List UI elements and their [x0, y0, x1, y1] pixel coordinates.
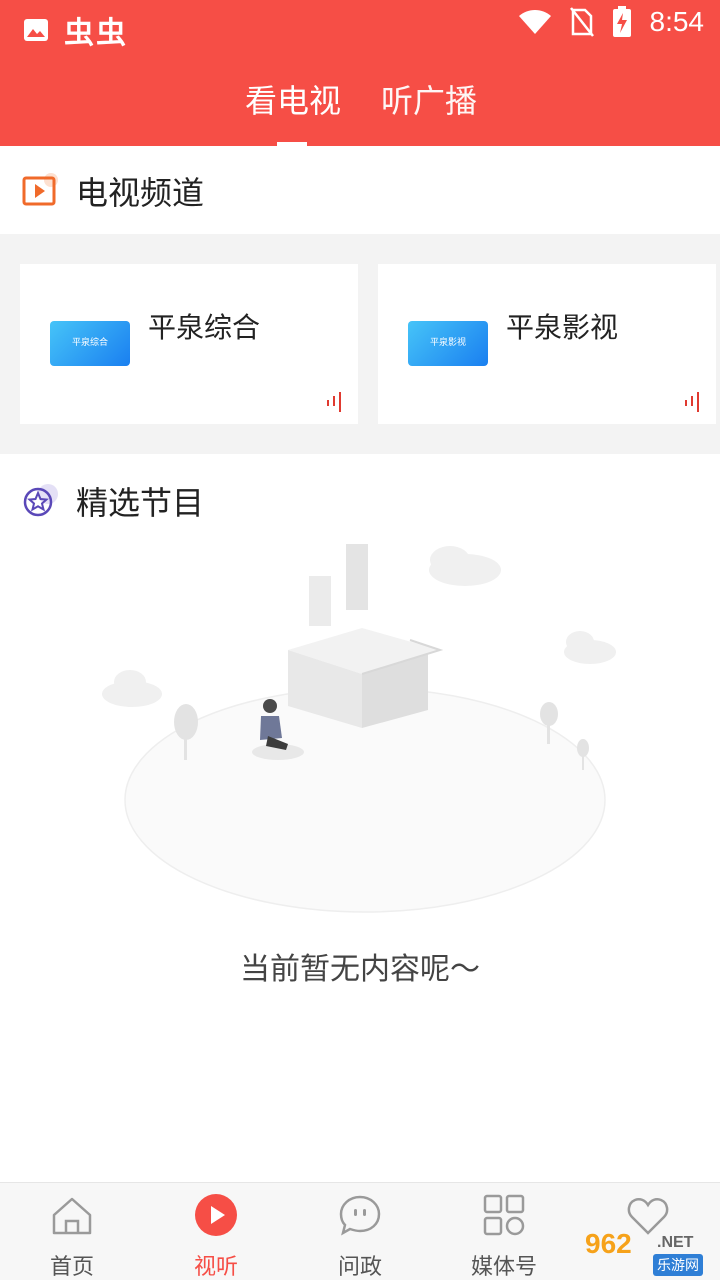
nav-item-media-accounts[interactable]: 媒体号	[432, 1183, 576, 1280]
watermark-number: 962	[585, 1228, 632, 1259]
live-signal-icon	[327, 392, 341, 412]
watermark-domain: .NET	[657, 1234, 694, 1251]
home-icon	[52, 1197, 92, 1235]
tab-listen-radio[interactable]: 听广播	[381, 76, 477, 122]
channel-card[interactable]: 平泉综合 平泉综合	[20, 264, 358, 424]
nav-item-inquiry[interactable]: 问政	[288, 1183, 432, 1280]
channel-logo-text: 平泉影视	[429, 338, 466, 348]
channel-logo-text: 平泉综合	[71, 338, 108, 348]
grid-icon	[483, 1194, 525, 1236]
tv-section-header: 电视频道	[0, 146, 720, 232]
play-icon	[195, 1194, 237, 1236]
top-tabs: 看电视 听广播	[0, 70, 720, 146]
channel-name: 平泉影视	[506, 311, 619, 344]
nav-label-home: 首页	[49, 1255, 94, 1280]
nav-label-media: 视听	[193, 1255, 238, 1280]
status-right: 8:54	[518, 6, 705, 38]
chat-icon	[339, 1195, 381, 1236]
wifi-icon	[518, 10, 551, 34]
nav-label-inquiry: 问政	[337, 1255, 382, 1280]
tab-watch-tv[interactable]: 看电视	[245, 76, 341, 122]
channel-list: 平泉综合 平泉综合 平泉影视 平泉影视	[0, 234, 720, 454]
channel-card[interactable]: 平泉影视 平泉影视	[378, 264, 716, 424]
battery-charging-icon	[612, 6, 631, 37]
tv-play-icon	[22, 173, 58, 206]
nav-item-media[interactable]: 视听	[144, 1183, 288, 1280]
watermark-subtitle: 乐游网	[653, 1254, 703, 1276]
gallery-icon	[24, 19, 48, 41]
channel-logo: 平泉综合	[50, 321, 130, 366]
empty-state-illustration	[102, 544, 616, 913]
site-watermark: 962 .NET 乐游网	[585, 1228, 720, 1280]
status-app-glyphs: 虫虫	[64, 16, 128, 51]
empty-state-text: 当前暂无内容呢～	[240, 952, 480, 987]
status-time: 8:54	[649, 6, 705, 37]
featured-section-header: 精选节目	[0, 456, 720, 540]
live-signal-icon	[685, 392, 699, 412]
tv-section-title: 电视频道	[76, 174, 205, 212]
status-bar: 虫虫 8:54	[0, 0, 720, 52]
status-left: 虫虫	[22, 8, 128, 52]
channel-name: 平泉综合	[148, 311, 261, 344]
nav-label-media-accounts: 媒体号	[470, 1255, 537, 1280]
channel-logo: 平泉影视	[408, 321, 488, 366]
star-badge-icon	[23, 484, 58, 517]
featured-section-title: 精选节目	[76, 484, 205, 522]
top-header: 虫虫 8:54 看电视 听广播	[0, 0, 720, 146]
no-sim-icon	[569, 7, 594, 37]
nav-item-home[interactable]: 首页	[0, 1183, 144, 1280]
